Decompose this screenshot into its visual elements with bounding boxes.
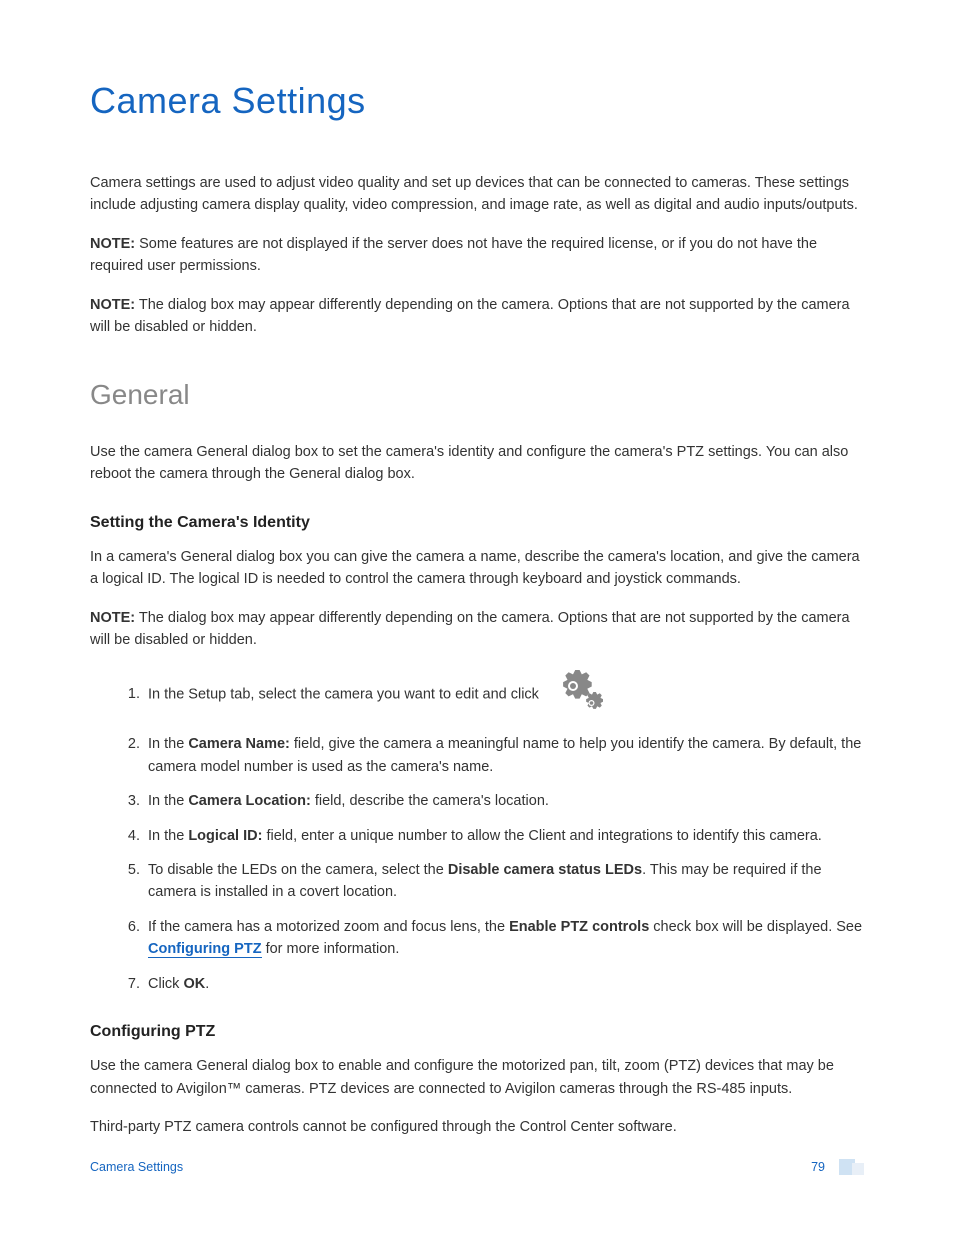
step-text: .: [205, 976, 209, 992]
configuring-ptz-link[interactable]: Configuring PTZ: [148, 941, 262, 958]
note-2: NOTE: The dialog box may appear differen…: [90, 294, 864, 339]
step-5: To disable the LEDs on the camera, selec…: [144, 859, 864, 904]
footer-section-name: Camera Settings: [90, 1160, 183, 1174]
step-1: In the Setup tab, select the camera you …: [144, 668, 864, 721]
step-6: If the camera has a motorized zoom and f…: [144, 916, 864, 961]
ptz-p1: Use the camera General dialog box to ena…: [90, 1055, 864, 1100]
note-label: NOTE:: [90, 236, 135, 252]
steps-list: In the Setup tab, select the camera you …: [90, 668, 864, 996]
page-number: 79: [811, 1160, 825, 1174]
field-label: Camera Name:: [188, 736, 290, 752]
note-text: Some features are not displayed if the s…: [90, 236, 817, 274]
identity-p1: In a camera's General dialog box you can…: [90, 546, 864, 591]
subsection-heading-identity: Setting the Camera's Identity: [90, 514, 864, 532]
field-label: Camera Location:: [188, 793, 310, 809]
step-text: for more information.: [262, 941, 400, 957]
section-heading-general: General: [90, 379, 864, 411]
step-text: Click: [148, 976, 183, 992]
step-text: check box will be displayed. See: [649, 919, 862, 935]
document-page: Camera Settings Camera settings are used…: [0, 0, 954, 1235]
footer-decoration-icon: [839, 1159, 864, 1175]
step-4: In the Logical ID: field, enter a unique…: [144, 825, 864, 847]
page-title: Camera Settings: [90, 80, 864, 122]
identity-note: NOTE: The dialog box may appear differen…: [90, 607, 864, 652]
intro-paragraph: Camera settings are used to adjust video…: [90, 172, 864, 217]
note-text: The dialog box may appear differently de…: [90, 297, 850, 335]
step-text: In the Setup tab, select the camera you …: [148, 686, 539, 702]
general-intro: Use the camera General dialog box to set…: [90, 441, 864, 486]
note-text: The dialog box may appear differently de…: [90, 610, 850, 648]
note-label: NOTE:: [90, 297, 135, 313]
step-text: To disable the LEDs on the camera, selec…: [148, 862, 448, 878]
step-text: field, describe the camera's location.: [311, 793, 549, 809]
step-text: In the: [148, 828, 188, 844]
button-label: OK: [183, 976, 205, 992]
field-label: Logical ID:: [188, 828, 262, 844]
step-2: In the Camera Name: field, give the came…: [144, 733, 864, 778]
option-label: Disable camera status LEDs: [448, 862, 642, 878]
step-3: In the Camera Location: field, describe …: [144, 790, 864, 812]
step-text: If the camera has a motorized zoom and f…: [148, 919, 509, 935]
footer-right: 79: [811, 1159, 864, 1175]
settings-gear-icon: [549, 668, 603, 721]
subsection-heading-ptz: Configuring PTZ: [90, 1023, 864, 1041]
step-text: In the: [148, 793, 188, 809]
page-footer: Camera Settings 79: [90, 1159, 864, 1175]
step-text: In the: [148, 736, 188, 752]
note-label: NOTE:: [90, 610, 135, 626]
ptz-p2: Third-party PTZ camera controls cannot b…: [90, 1116, 864, 1138]
option-label: Enable PTZ controls: [509, 919, 649, 935]
note-1: NOTE: Some features are not displayed if…: [90, 233, 864, 278]
step-7: Click OK.: [144, 973, 864, 995]
step-text: field, enter a unique number to allow th…: [262, 828, 821, 844]
